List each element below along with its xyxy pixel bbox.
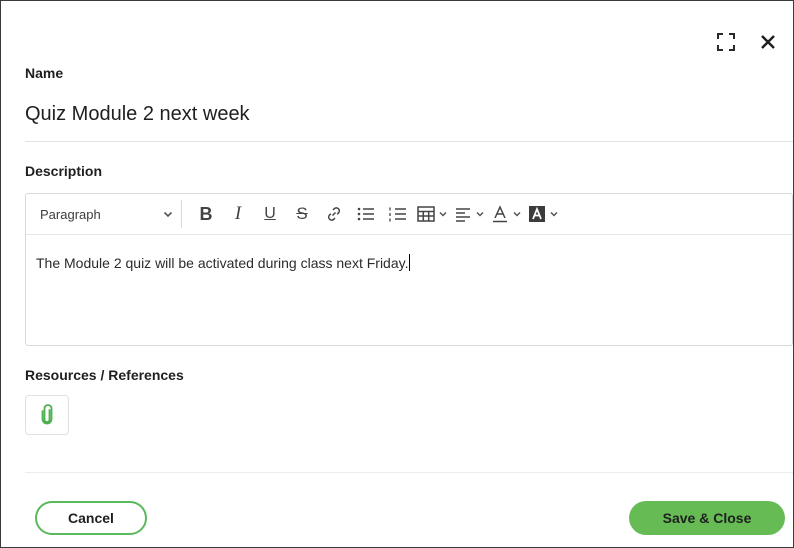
highlight-icon	[529, 206, 545, 222]
text-cursor	[409, 254, 411, 271]
format-select-value: Paragraph	[40, 206, 101, 222]
resources-label: Resources / References	[25, 367, 184, 383]
name-divider	[25, 141, 793, 142]
bullet-list-icon[interactable]	[353, 200, 379, 228]
name-field[interactable]: Quiz Module 2 next week	[25, 103, 250, 126]
close-icon[interactable]	[757, 31, 779, 53]
cancel-button[interactable]: Cancel	[35, 501, 147, 535]
link-icon[interactable]	[321, 200, 347, 228]
save-close-button[interactable]: Save & Close	[629, 501, 785, 535]
description-label: Description	[25, 163, 103, 179]
format-select[interactable]: Paragraph	[34, 200, 182, 228]
bold-button[interactable]: B	[193, 200, 219, 228]
strikethrough-button[interactable]: S	[289, 200, 315, 228]
highlight-button[interactable]	[528, 200, 559, 228]
attach-button[interactable]	[25, 395, 69, 435]
underline-button[interactable]: U	[257, 200, 283, 228]
align-button[interactable]	[454, 200, 485, 228]
chevron-down-icon	[550, 211, 558, 217]
align-icon	[456, 208, 470, 222]
window-controls	[715, 31, 779, 53]
chevron-down-icon	[476, 211, 484, 217]
name-label: Name	[25, 65, 64, 81]
chevron-down-icon	[439, 211, 447, 217]
edit-dialog: Name Quiz Module 2 next week Description…	[0, 0, 794, 548]
editor-content[interactable]: The Module 2 quiz will be activated duri…	[26, 235, 792, 290]
italic-button[interactable]: I	[225, 200, 251, 228]
paperclip-icon	[41, 404, 53, 425]
table-icon	[417, 206, 435, 222]
numbered-list-icon[interactable]	[385, 200, 411, 228]
chevron-down-icon	[513, 211, 521, 217]
table-button[interactable]	[417, 200, 448, 228]
rich-text-editor: Paragraph B I U S The Module 2 quiz will…	[25, 193, 793, 346]
expand-icon[interactable]	[715, 31, 737, 53]
text-color-button[interactable]	[491, 200, 522, 228]
editor-toolbar: Paragraph B I U S	[26, 194, 792, 235]
text-color-icon	[493, 205, 507, 223]
footer-divider	[25, 472, 793, 473]
editor-text: The Module 2 quiz will be activated duri…	[36, 255, 409, 271]
chevron-down-icon	[163, 211, 173, 218]
